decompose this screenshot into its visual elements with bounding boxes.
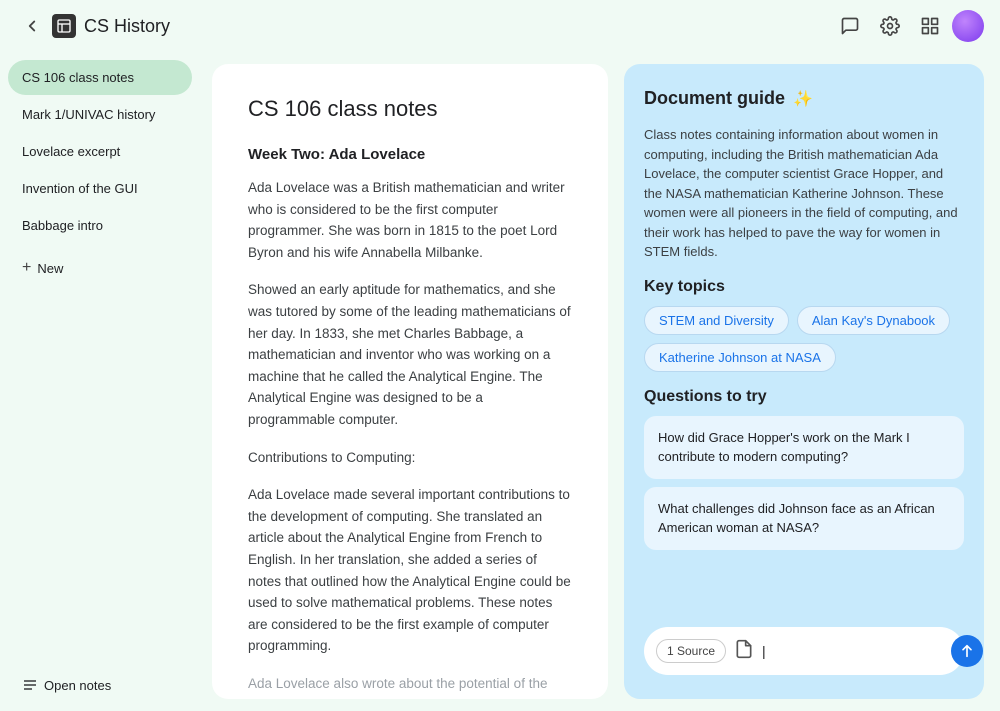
question-card-1[interactable]: What challenges did Johnson face as an A…	[644, 487, 964, 550]
questions-title: Questions to try	[644, 388, 964, 406]
topics-chips: STEM and Diversity Alan Kay's Dynabook K…	[644, 306, 964, 372]
sparkle-icon: ✨	[793, 89, 813, 109]
user-avatar[interactable]	[952, 10, 984, 42]
sidebar-item-babbage[interactable]: Babbage intro	[8, 208, 192, 243]
sidebar: CS 106 class notes Mark 1/UNIVAC history…	[0, 52, 200, 711]
topic-chip-stem[interactable]: STEM and Diversity	[644, 306, 789, 335]
sidebar-item-invention[interactable]: Invention of the GUI	[8, 171, 192, 206]
settings-icon-button[interactable]	[872, 8, 908, 44]
doc-paragraph-3: Ada Lovelace made several important cont…	[248, 484, 572, 657]
new-note-button[interactable]: + New	[8, 249, 192, 287]
chat-input[interactable]	[762, 643, 943, 659]
doc-paragraph-2: Contributions to Computing:	[248, 447, 572, 469]
doc-paragraph-4: Ada Lovelace also wrote about the potent…	[248, 673, 572, 699]
open-notes-button[interactable]: Open notes	[8, 667, 192, 703]
document-panel: CS 106 class notes Week Two: Ada Lovelac…	[212, 64, 608, 699]
app-logo	[52, 14, 76, 38]
share-icon-button[interactable]	[912, 8, 948, 44]
chat-icon-button[interactable]	[832, 8, 868, 44]
guide-description: Class notes containing information about…	[644, 125, 964, 262]
nav-icon-group	[832, 8, 984, 44]
sidebar-item-mark1[interactable]: Mark 1/UNIVAC history	[8, 97, 192, 132]
input-bar: 1 Source	[644, 627, 964, 675]
app-title: CS History	[84, 16, 832, 37]
key-topics-title: Key topics	[644, 278, 964, 296]
sidebar-item-lovelace[interactable]: Lovelace excerpt	[8, 134, 192, 169]
top-nav: CS History	[0, 0, 1000, 52]
back-button[interactable]	[16, 10, 48, 42]
key-topics-section: Key topics STEM and Diversity Alan Kay's…	[644, 278, 964, 372]
document-attach-icon[interactable]	[734, 639, 754, 664]
source-badge[interactable]: 1 Source	[656, 639, 726, 663]
main-layout: CS 106 class notes Mark 1/UNIVAC history…	[0, 52, 1000, 711]
question-card-0[interactable]: How did Grace Hopper's work on the Mark …	[644, 416, 964, 479]
document-title: CS 106 class notes	[248, 96, 572, 122]
topic-chip-alan[interactable]: Alan Kay's Dynabook	[797, 306, 950, 335]
guide-header: Document guide ✨	[644, 88, 964, 109]
guide-panel: Document guide ✨ Class notes containing …	[624, 64, 984, 699]
doc-paragraph-1: Showed an early aptitude for mathematics…	[248, 279, 572, 430]
sidebar-item-cs106[interactable]: CS 106 class notes	[8, 60, 192, 95]
content-area: CS 106 class notes Week Two: Ada Lovelac…	[200, 52, 1000, 711]
send-button[interactable]	[951, 635, 983, 667]
plus-icon: +	[22, 259, 31, 277]
topic-chip-katherine[interactable]: Katherine Johnson at NASA	[644, 343, 836, 372]
notes-icon	[22, 677, 38, 693]
questions-section: Questions to try How did Grace Hopper's …	[644, 388, 964, 558]
doc-paragraph-0: Ada Lovelace was a British mathematician…	[248, 177, 572, 263]
guide-title: Document guide	[644, 88, 785, 109]
section-title: Week Two: Ada Lovelace	[248, 146, 572, 163]
